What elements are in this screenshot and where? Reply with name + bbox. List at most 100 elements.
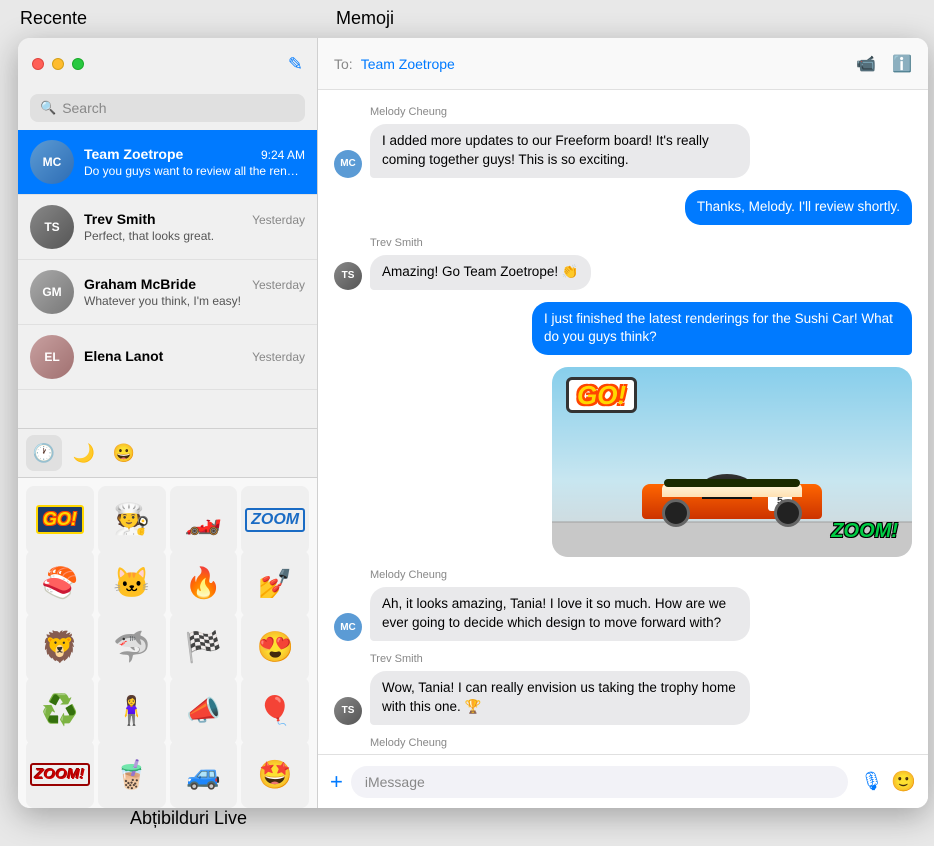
memoji-label: Memoji — [336, 8, 394, 29]
sticker-lion[interactable]: 🦁 — [26, 613, 94, 681]
sender-label-m7: Trev Smith — [370, 653, 912, 665]
sticker-go[interactable]: GO! — [26, 486, 94, 554]
sushi-car-image: 5 GO! ZOOM! — [552, 367, 912, 557]
message-group-m8: Melody Cheung MC Do you guys want to rev… — [334, 737, 912, 754]
audio-input-button[interactable]: 🎙 — [860, 771, 883, 792]
conv-name-team-zoetrope: Team Zoetrope — [84, 146, 183, 162]
conv-time-trev-smith: Yesterday — [252, 213, 305, 227]
bubble-m7: Wow, Tania! I can really envision us tak… — [370, 671, 750, 725]
conv-time-elena-lanot: Yesterday — [252, 350, 305, 364]
messages-scroll: Melody Cheung MC I added more updates to… — [318, 90, 928, 754]
maximize-button[interactable] — [72, 58, 84, 70]
chat-header-icons: 📹 ℹ️ — [856, 54, 912, 74]
conversation-item-graham-mcbride[interactable]: GM Graham McBride Yesterday Whatever you… — [18, 260, 317, 325]
sticker-car[interactable]: 🚙 — [170, 740, 238, 808]
search-input[interactable]: Search — [62, 100, 106, 116]
conv-time-team-zoetrope: 9:24 AM — [261, 148, 305, 162]
chat-area: To: Team Zoetrope 📹 ℹ️ Melody Cheung MC … — [318, 38, 928, 808]
conv-name-trev-smith: Trev Smith — [84, 211, 156, 227]
message-input[interactable]: iMessage — [351, 766, 848, 798]
sticker-zoom-text[interactable]: ZOOM — [241, 486, 309, 554]
go-sticker-overlay: GO! — [566, 377, 637, 413]
conv-preview-graham-mcbride: Whatever you think, I'm easy! — [84, 294, 305, 308]
search-icon: 🔍 — [40, 100, 56, 116]
sticker-woman[interactable]: 🧍‍♀️ — [98, 677, 166, 745]
message-row-m3: TS Amazing! Go Team Zoetrope! 👏 — [334, 255, 912, 290]
conversation-list: MC Team Zoetrope 9:24 AM Do you guys wan… — [18, 130, 317, 428]
sticker-boba[interactable]: 🧋 — [98, 740, 166, 808]
conv-info-graham-mcbride: Graham McBride Yesterday Whatever you th… — [84, 276, 305, 308]
sticker-recycle[interactable]: ♻️ — [26, 677, 94, 745]
message-placeholder: iMessage — [365, 774, 425, 790]
emoji-button[interactable]: 🙂 — [891, 769, 916, 794]
bubble-m3: Amazing! Go Team Zoetrope! 👏 — [370, 255, 591, 290]
sticker-flag[interactable]: 🏁 — [170, 613, 238, 681]
input-area: + iMessage 🎙 🙂 — [318, 754, 928, 808]
conv-time-graham-mcbride: Yesterday — [252, 278, 305, 292]
chat-recipient-name[interactable]: Team Zoetrope — [361, 56, 848, 72]
conv-name-elena-lanot: Elena Lanot — [84, 348, 163, 364]
message-row-m6: MC Ah, it looks amazing, Tania! I love i… — [334, 587, 912, 641]
sticker-shark[interactable]: 🦈 — [98, 613, 166, 681]
conversation-item-trev-smith[interactable]: TS Trev Smith Yesterday Perfect, that lo… — [18, 195, 317, 260]
bubble-m2: Thanks, Melody. I'll review shortly. — [685, 190, 912, 225]
add-attachment-button[interactable]: + — [330, 769, 343, 795]
message-group-m4: I just finished the latest renderings fo… — [334, 302, 912, 356]
info-icon[interactable]: ℹ️ — [892, 54, 912, 74]
bubble-m4: I just finished the latest renderings fo… — [532, 302, 912, 356]
sticker-sushi[interactable]: 🍣 — [26, 550, 94, 618]
avatar-trev-smith: TS — [30, 205, 74, 249]
conv-preview-trev-smith: Perfect, that looks great. — [84, 229, 305, 243]
sticker-chef[interactable]: 🧑‍🍳 — [98, 486, 166, 554]
avatar-mc-m6: MC — [334, 613, 362, 641]
conv-name-graham-mcbride: Graham McBride — [84, 276, 196, 292]
bubble-m1: I added more updates to our Freeform boa… — [370, 124, 750, 178]
search-bar[interactable]: 🔍 Search — [30, 94, 305, 122]
message-group-m3: Trev Smith TS Amazing! Go Team Zoetrope!… — [334, 237, 912, 290]
minimize-button[interactable] — [52, 58, 64, 70]
bubble-m6: Ah, it looks amazing, Tania! I love it s… — [370, 587, 750, 641]
message-row-m2: Thanks, Melody. I'll review shortly. — [334, 190, 912, 225]
sticker-fire[interactable]: 🔥 — [170, 550, 238, 618]
sticker-tab-memoji[interactable]: 😀 — [106, 435, 142, 471]
message-row-m4: I just finished the latest renderings fo… — [334, 302, 912, 356]
sticker-zoom2[interactable]: ZOOM! — [26, 740, 94, 808]
to-label: To: — [334, 56, 353, 72]
conv-info-trev-smith: Trev Smith Yesterday Perfect, that looks… — [84, 211, 305, 243]
message-row-m1: MC I added more updates to our Freeform … — [334, 124, 912, 178]
message-group-m7: Trev Smith TS Wow, Tania! I can really e… — [334, 653, 912, 725]
message-group-m1: Melody Cheung MC I added more updates to… — [334, 106, 912, 178]
sidebar: ✎ 🔍 Search MC Team Zoetrope 9:24 AM Do y… — [18, 38, 318, 808]
zoom-sticker-overlay: ZOOM! — [831, 520, 898, 543]
sticker-cat[interactable]: 🐱 — [98, 550, 166, 618]
abtibilduri-label: Abțibilduri Live — [130, 808, 247, 829]
avatar-team-zoetrope: MC — [30, 140, 74, 184]
close-button[interactable] — [32, 58, 44, 70]
sender-label-m1: Melody Cheung — [370, 106, 912, 118]
conversation-item-elena-lanot[interactable]: EL Elena Lanot Yesterday — [18, 325, 317, 390]
sticker-racecar[interactable]: 🏎️ — [170, 486, 238, 554]
conv-info-team-zoetrope: Team Zoetrope 9:24 AM Do you guys want t… — [84, 146, 305, 178]
sticker-foam-finger[interactable]: 📣 — [170, 677, 238, 745]
sticker-tab-recent[interactable]: 🕐 — [26, 435, 62, 471]
sticker-grid: GO! 🧑‍🍳 🏎️ ZOOM 🍣 🐱 🔥 💅 🦁 🦈 🏁 😍 ♻️ — [18, 478, 317, 808]
video-call-icon[interactable]: 📹 — [856, 54, 876, 74]
avatar-ts-m7: TS — [334, 697, 362, 725]
compose-button[interactable]: ✎ — [288, 54, 303, 75]
sticker-balloon[interactable]: 🎈 — [241, 677, 309, 745]
messages-window: ✎ 🔍 Search MC Team Zoetrope 9:24 AM Do y… — [18, 38, 928, 808]
avatar-elena-lanot: EL — [30, 335, 74, 379]
conversation-item-team-zoetrope[interactable]: MC Team Zoetrope 9:24 AM Do you guys wan… — [18, 130, 317, 195]
titlebar: ✎ — [18, 38, 317, 90]
sticker-nails[interactable]: 💅 — [241, 550, 309, 618]
avatar-graham-mcbride: GM — [30, 270, 74, 314]
message-group-m2: Thanks, Melody. I'll review shortly. — [334, 190, 912, 225]
sticker-tab-moon[interactable]: 🌙 — [66, 435, 102, 471]
sender-label-m8: Melody Cheung — [370, 737, 912, 749]
sticker-star-eyes[interactable]: 🤩 — [241, 740, 309, 808]
sticker-panel: 🕐 🌙 😀 GO! 🧑‍🍳 🏎️ ZOOM 🍣 🐱 🔥 💅 — [18, 428, 317, 808]
recente-label: Recente — [20, 8, 87, 29]
chat-header: To: Team Zoetrope 📹 ℹ️ — [318, 38, 928, 90]
message-row-m5: 5 GO! ZOOM! — [334, 367, 912, 557]
sticker-heart-eyes[interactable]: 😍 — [241, 613, 309, 681]
